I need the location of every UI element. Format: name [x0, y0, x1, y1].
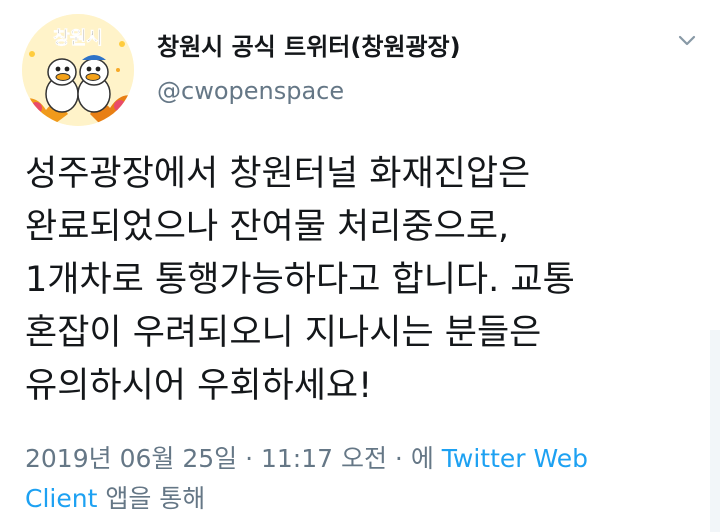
meta-line-1: 2019년 06월 25일 · 11:17 오전 · 에 Twitter Web [25, 439, 705, 479]
tweet-meta: 2019년 06월 25일 · 11:17 오전 · 에 Twitter Web… [25, 439, 705, 519]
tweet-line: 완료되었으나 잔여물 처리중으로, [25, 207, 510, 247]
source-link-continued[interactable]: Client [25, 484, 97, 513]
source-link[interactable]: Twitter Web [442, 444, 588, 473]
avatar[interactable]: 창원시 [22, 14, 134, 126]
avatar-image: 창원시 [22, 14, 134, 126]
tweet-line: 혼잡이 우려되오니 지나시는 분들은 [25, 313, 542, 353]
scroll-edge [710, 330, 720, 532]
tweet-line: 성주광장에서 창원터널 화재진압은 [25, 154, 531, 194]
avatar-logo-text: 창원시 [53, 28, 103, 48]
meta-line-2: Client 앱을 통해 [25, 479, 705, 519]
source-suffix: 앱을 통해 [105, 484, 206, 513]
user-handle[interactable]: @cwopenspace [157, 77, 344, 105]
tweet-text: 성주광장에서 창원터널 화재진압은 완료되었으나 잔여물 처리중으로, 1개차로… [25, 148, 705, 413]
display-name[interactable]: 창원시 공식 트위터(창원광장) [157, 27, 461, 62]
tweet-timestamp[interactable]: 2019년 06월 25일 · 11:17 오전 · 에 [25, 444, 434, 473]
more-options-button[interactable] [672, 26, 702, 56]
chevron-down-icon [678, 35, 696, 46]
tweet-line: 유의하시어 우회하세요! [25, 366, 373, 406]
tweet-line: 1개차로 통행가능하다고 합니다. 교통 [25, 260, 575, 300]
